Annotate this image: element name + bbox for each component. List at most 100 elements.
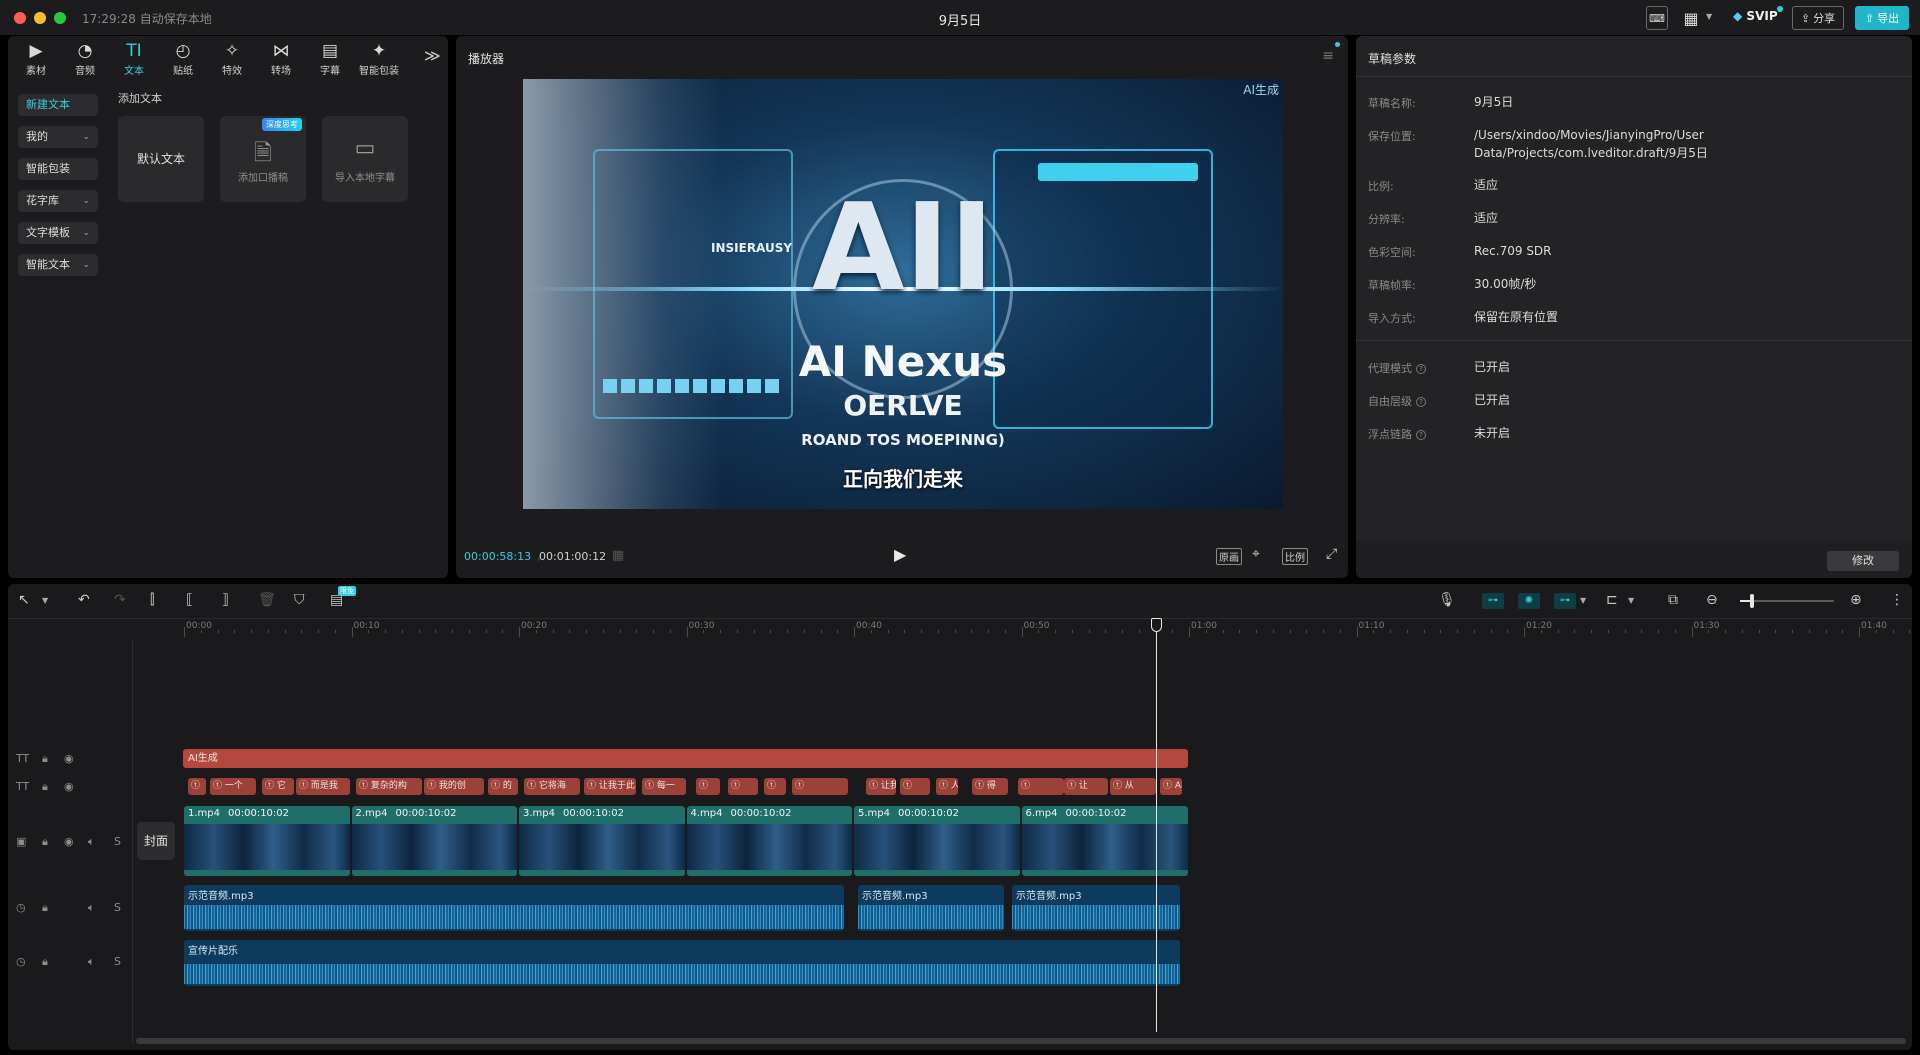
export-button[interactable]: ⇧ 导出 (1855, 6, 1909, 30)
playhead[interactable] (1156, 624, 1157, 1032)
audio-clip[interactable]: 示范音频.mp3 (858, 885, 1004, 931)
redo-icon[interactable]: ↷ (114, 592, 126, 608)
lock-icon[interactable]: 🔒︎ (42, 835, 48, 849)
subtitle-clip[interactable]: ⓣ 的 (488, 778, 518, 795)
volume-icon[interactable]: 🔈︎ (88, 901, 95, 915)
focus-icon[interactable]: ⌖ (1252, 546, 1260, 562)
sidebar-item-text-template[interactable]: 文字模板 ⌄ (18, 222, 98, 244)
split-icon[interactable]: ⫿ (150, 592, 154, 608)
video-clip[interactable]: 5.mp4 00:00:10:02 (854, 806, 1020, 876)
modify-button[interactable]: 修改 (1827, 551, 1899, 571)
ratio-button[interactable]: 比例 (1282, 548, 1308, 565)
subtitle-clip[interactable]: ⓣ 我的创 (424, 778, 484, 795)
select-chevron-icon[interactable]: ▼ (42, 596, 48, 605)
audio-clip[interactable]: 示范音频.mp3 (184, 885, 844, 931)
picture-in-picture-icon[interactable]: ⧉ (1668, 592, 1678, 608)
sidebar-item-new-text[interactable]: 新建文本 (18, 94, 98, 116)
split-left-icon[interactable]: ⟦ (186, 592, 193, 608)
fullscreen-icon[interactable]: ⤢ (1326, 546, 1337, 562)
tool-caption[interactable]: ▤ 字幕 (306, 40, 354, 77)
lock-icon[interactable]: 🔒︎ (42, 901, 48, 915)
subtitle-clip[interactable]: ⓣ AI已 (1160, 778, 1182, 795)
solo-button[interactable]: S (114, 901, 121, 914)
add-voice-script-card[interactable]: 深度思考 🗎 添加口播稿 (220, 116, 306, 202)
sidebar-item-smart-text[interactable]: 智能文本 ⌄ (18, 254, 98, 276)
link-tool-chevron-icon[interactable]: ▼ (1628, 596, 1634, 605)
timecode-grid-icon[interactable]: ▦ (612, 548, 624, 563)
linkage-icon[interactable]: ✺ (1518, 593, 1540, 609)
play-icon[interactable]: ▶ (894, 545, 906, 564)
video-clip[interactable]: 2.mp4 00:00:10:02 (351, 806, 517, 876)
solo-button[interactable]: S (114, 835, 121, 848)
default-text-card[interactable]: 默认文本 (118, 116, 204, 202)
video-clip[interactable]: 6.mp4 00:00:10:02 (1021, 806, 1188, 876)
layout-chevron-icon[interactable]: ▼ (1706, 12, 1712, 21)
zoom-slider-handle[interactable] (1750, 594, 1754, 608)
zoom-out-icon[interactable]: ⊖ (1706, 592, 1718, 608)
svip-button[interactable]: ◆ SVIP (1733, 9, 1778, 23)
video-clip[interactable]: 1.mp4 00:00:10:02 (184, 806, 350, 876)
bgm-clip[interactable]: 宣传片配乐 (184, 940, 1180, 986)
preview-axis-icon[interactable]: ⊶ (1554, 593, 1576, 609)
delete-icon[interactable]: 🗑 (258, 592, 276, 608)
subtitle-clip[interactable]: ⓣ (188, 778, 206, 795)
tool-transition[interactable]: ⋈ 转场 (257, 40, 305, 77)
subtitle-clip[interactable]: ⓣ 人 (936, 778, 958, 795)
eye-icon[interactable]: ◉ (64, 835, 74, 848)
text-track-clip[interactable]: AI生成 (183, 749, 1188, 768)
marker-icon[interactable]: ⛉ (294, 592, 305, 608)
subtitle-clip[interactable]: ⓣ 一个 (210, 778, 256, 795)
zoom-slider-track[interactable] (1740, 600, 1834, 602)
link-tool-icon[interactable]: ⊏ (1606, 592, 1618, 608)
sidebar-item-smart-pack[interactable]: 智能包装 (18, 158, 98, 180)
zoom-in-icon[interactable]: ⊕ (1850, 592, 1862, 608)
lock-icon[interactable]: 🔒︎ (42, 780, 48, 794)
playhead-handle[interactable] (1151, 618, 1162, 632)
magnet-snap-icon[interactable]: ⊶ (1482, 593, 1504, 609)
subtitle-clip[interactable]: ⓣ 它将海 (524, 778, 580, 795)
more-tools-icon[interactable]: ≫ (424, 46, 441, 65)
subtitle-clip[interactable]: ⓣ (900, 778, 930, 795)
video-clip[interactable]: 4.mp4 00:00:10:02 (686, 806, 852, 876)
solo-button[interactable]: S (114, 955, 121, 968)
volume-icon[interactable]: 🔈︎ (88, 955, 95, 969)
tool-media[interactable]: ▶ 素材 (12, 40, 60, 77)
subtitle-clip[interactable]: ⓣ (728, 778, 758, 795)
subtitle-clip[interactable]: ⓣ 让我能 (866, 778, 896, 795)
select-tool-icon[interactable]: ↖ (18, 592, 30, 608)
subtitle-clip[interactable]: ⓣ 它 (262, 778, 294, 795)
video-preview[interactable]: AI生成 INSIERAUSY AII AI Nexus OERLVE ROAN… (523, 79, 1283, 509)
subtitle-clip[interactable]: ⓣ (1018, 778, 1064, 795)
layout-icon[interactable]: ▦ (1678, 6, 1704, 30)
subtitle-clip[interactable]: ⓣ (792, 778, 848, 795)
help-icon[interactable]: ? (1416, 397, 1426, 407)
eye-icon[interactable]: ◉ (64, 752, 74, 765)
sidebar-item-mine[interactable]: 我的 ⌄ (18, 126, 98, 148)
share-button[interactable]: ⇪ 分享 (1792, 6, 1844, 30)
subtitle-clip[interactable]: ⓣ 复杂的构 (356, 778, 422, 795)
subtitle-clip[interactable]: ⓣ (696, 778, 720, 795)
tool-text[interactable]: TI 文本 (110, 40, 158, 77)
help-icon[interactable]: ? (1416, 364, 1426, 374)
microphone-icon[interactable]: 🎙 (1438, 592, 1456, 608)
subtitle-clip[interactable]: ⓣ 让 (1064, 778, 1108, 795)
lock-icon[interactable]: 🔒︎ (42, 752, 48, 766)
shortcut-icon[interactable]: ⌨ (1646, 6, 1668, 30)
audio-clip[interactable]: 示范音频.mp3 (1012, 885, 1180, 931)
original-quality-button[interactable]: 原画 (1216, 548, 1242, 565)
sidebar-item-fancy-text[interactable]: 花字库 ⌄ (18, 190, 98, 212)
timeline-scrollbar[interactable] (136, 1038, 1906, 1044)
video-clip[interactable]: 3.mp4 00:00:10:02 (519, 806, 685, 876)
help-icon[interactable]: ? (1416, 430, 1426, 440)
subtitle-clip[interactable]: ⓣ 得 (972, 778, 1008, 795)
subtitle-clip[interactable]: ⓣ 让我于此 (584, 778, 636, 795)
preview-axis-chevron-icon[interactable]: ▼ (1580, 596, 1586, 605)
tool-audio[interactable]: ◔ 音频 (61, 40, 109, 77)
import-subtitle-card[interactable]: ▭ 导入本地字幕 (322, 116, 408, 202)
more-options-icon[interactable]: ⋮ (1890, 592, 1904, 608)
player-menu-icon[interactable]: ≡ (1322, 48, 1334, 64)
subtitle-clip[interactable]: ⓣ 而是我 (296, 778, 350, 795)
lock-icon[interactable]: 🔒︎ (42, 955, 48, 969)
tool-effects[interactable]: ✧ 特效 (208, 40, 256, 77)
tool-sticker[interactable]: ◴ 贴纸 (159, 40, 207, 77)
